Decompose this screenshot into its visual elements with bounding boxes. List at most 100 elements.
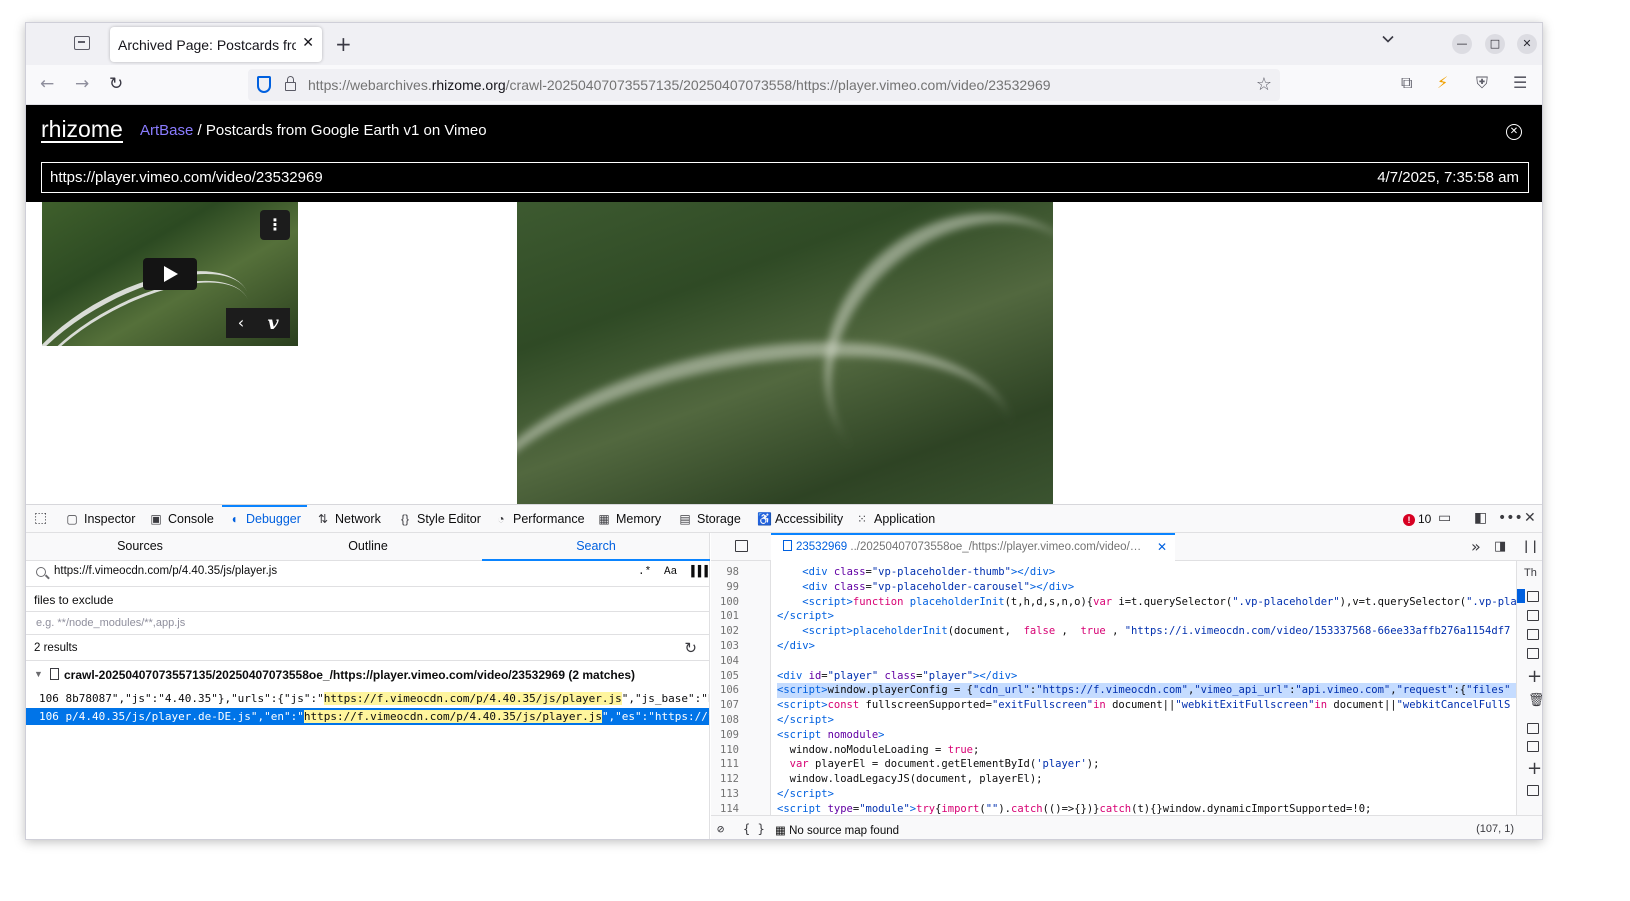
tab-console[interactable]: ▣ Console: [150, 505, 214, 533]
bookmark-star-icon[interactable]: ☆: [1256, 74, 1272, 95]
more-options-icon[interactable]: •••: [1498, 510, 1523, 526]
close-icon[interactable]: ✕: [1157, 535, 1167, 560]
result-file-row[interactable]: ▼ crawl-20250407073557135/20250407073558…: [26, 666, 709, 686]
element-picker-icon[interactable]: ⬚: [34, 510, 47, 526]
line-number[interactable]: 105: [711, 669, 739, 684]
toggle-sidebar-icon[interactable]: [735, 540, 748, 552]
tab-storage[interactable]: ▤ Storage: [679, 505, 740, 533]
lock-icon[interactable]: [285, 76, 296, 91]
line-number[interactable]: 100: [711, 595, 739, 610]
tab-performance[interactable]: ◔ Performance: [495, 505, 584, 533]
line-number[interactable]: 106: [711, 683, 739, 698]
code-line[interactable]: 110 window.noModuleLoading = true;: [711, 743, 1516, 758]
chevron-down-icon[interactable]: [1382, 33, 1394, 45]
refresh-icon[interactable]: ↻: [684, 639, 697, 657]
sidebar-checkbox[interactable]: [1527, 741, 1539, 752]
code-line[interactable]: 111 var playerEl = document.getElementBy…: [711, 757, 1516, 772]
code-line[interactable]: 102 <script>placeholderInit(document, fa…: [711, 624, 1516, 639]
play-button[interactable]: [143, 258, 197, 290]
add-icon[interactable]: +: [1527, 668, 1542, 686]
error-count-badge[interactable]: ! 10: [1403, 512, 1431, 526]
menu-icon[interactable]: ☰: [1513, 73, 1527, 92]
tab-search[interactable]: Search: [482, 533, 710, 561]
expand-triangle-icon[interactable]: ▼: [34, 669, 43, 679]
tab-list-icon[interactable]: [74, 36, 90, 50]
code-line[interactable]: 108 </script>: [711, 713, 1516, 728]
sidebar-checkbox[interactable]: [1527, 629, 1539, 640]
line-number[interactable]: 114: [711, 802, 739, 815]
sidebar-checkbox[interactable]: [1527, 591, 1539, 602]
vimeo-logo-icon[interactable]: v: [256, 308, 290, 338]
line-number[interactable]: 102: [711, 624, 739, 639]
code-line[interactable]: 106 <script>window.playerConfig = {"cdn_u…: [711, 683, 1516, 699]
chevron-left-icon[interactable]: ‹: [226, 308, 256, 338]
new-tab-icon[interactable]: +: [335, 32, 352, 56]
toggle-secondary-pane-icon[interactable]: ◨: [1494, 539, 1506, 554]
tab-application[interactable]: ⁙ Application: [856, 505, 935, 533]
search-input[interactable]: [54, 565, 624, 577]
tab-style-editor[interactable]: {} Style Editor: [399, 505, 481, 533]
forward-arrow-icon[interactable]: →: [75, 74, 89, 94]
code-line[interactable]: 98 <div class="vp-placeholder-thumb"></d…: [711, 565, 1516, 580]
line-number[interactable]: 98: [711, 565, 739, 580]
line-number[interactable]: 104: [711, 654, 739, 669]
line-number[interactable]: 101: [711, 609, 739, 624]
tab-debugger[interactable]: ◖ Debugger: [222, 505, 307, 533]
add-icon[interactable]: +: [1527, 760, 1542, 778]
maximize-icon[interactable]: □: [1485, 34, 1505, 54]
code-line[interactable]: 100 <script>function placeholderInit(t,h…: [711, 595, 1516, 610]
browser-tab-active[interactable]: Archived Page: Postcards from Google Ear…: [110, 27, 322, 62]
code-line[interactable]: 113 </script>: [711, 787, 1516, 802]
code-editor[interactable]: 98 <div class="vp-placeholder-thumb"></d…: [711, 561, 1516, 815]
line-number[interactable]: 109: [711, 728, 739, 743]
url-text[interactable]: https://webarchives.rhizome.org/crawl-20…: [308, 77, 1051, 93]
sidebar-checkbox[interactable]: [1527, 610, 1539, 621]
minimize-icon[interactable]: —: [1452, 34, 1472, 54]
line-number[interactable]: 111: [711, 757, 739, 772]
line-number[interactable]: 107: [711, 698, 739, 713]
url-bar[interactable]: https://webarchives.rhizome.org/crawl-20…: [248, 69, 1280, 101]
tab-sources[interactable]: Sources: [26, 533, 254, 561]
code-line[interactable]: 101 </script>: [711, 609, 1516, 624]
blackbox-icon[interactable]: ⊘: [717, 822, 724, 836]
shield-icon[interactable]: [257, 76, 271, 93]
pretty-print-icon[interactable]: { }: [743, 822, 765, 836]
pause-icon[interactable]: | |: [1524, 539, 1537, 553]
tab-network[interactable]: ⇅ Network: [317, 505, 381, 533]
line-number[interactable]: 110: [711, 743, 739, 758]
tab-inspector[interactable]: ▢ Inspector: [66, 505, 135, 533]
video-thumbnail[interactable]: ⋮ ‹ v: [42, 202, 298, 346]
close-icon[interactable]: ✕: [1506, 124, 1522, 140]
reload-icon[interactable]: ↻: [109, 74, 123, 94]
archive-url-box[interactable]: https://player.vimeo.com/video/23532969 …: [41, 162, 1529, 193]
sidebar-checkbox[interactable]: [1527, 723, 1539, 734]
code-line[interactable]: 104: [711, 654, 1516, 669]
line-number[interactable]: 112: [711, 772, 739, 787]
line-number[interactable]: 99: [711, 580, 739, 595]
code-line[interactable]: 112 window.loadLegacyJS(document, player…: [711, 772, 1516, 787]
extensions-icon[interactable]: ⧉: [1401, 73, 1412, 93]
tab-memory[interactable]: ▦ Memory: [598, 505, 661, 533]
code-line[interactable]: 105 <div id="player" class="player"></div…: [711, 669, 1516, 684]
search-match-row-selected[interactable]: 106 p/4.40.35/js/player.de-DE.js","en":"…: [26, 708, 709, 725]
close-devtools-icon[interactable]: ✕: [1524, 510, 1536, 526]
rhizome-logo[interactable]: rhizome: [41, 117, 123, 143]
line-number[interactable]: 108: [711, 713, 739, 728]
code-line[interactable]: 114 <script type="module">try{import("").…: [711, 802, 1516, 815]
code-line[interactable]: 107 <script>const fullscreenSupported="ex…: [711, 698, 1516, 713]
trash-icon[interactable]: 🗑: [1528, 693, 1542, 708]
shield-addon-icon[interactable]: ⛨: [1476, 73, 1488, 93]
double-chevron-right-icon[interactable]: »: [1471, 537, 1481, 556]
window-close-icon[interactable]: ✕: [1517, 34, 1537, 54]
whole-word-icon[interactable]: ▐▐▐: [688, 566, 708, 578]
case-sensitive-icon[interactable]: Aa: [664, 566, 677, 578]
more-options-icon[interactable]: ⋮: [260, 210, 290, 240]
source-file-tab[interactable]: 23532969 ../20250407073558oe_/https://pl…: [771, 533, 1175, 561]
regex-toggle-icon[interactable]: .*: [638, 566, 651, 578]
code-line[interactable]: 99 <div class="vp-placeholder-carousel">…: [711, 580, 1516, 595]
code-line[interactable]: 103 </div>: [711, 639, 1516, 654]
sidebar-checkbox[interactable]: [1527, 648, 1539, 659]
tab-outline[interactable]: Outline: [254, 533, 482, 561]
dock-side-icon[interactable]: ◧: [1474, 510, 1487, 526]
exclude-input[interactable]: [36, 617, 636, 629]
